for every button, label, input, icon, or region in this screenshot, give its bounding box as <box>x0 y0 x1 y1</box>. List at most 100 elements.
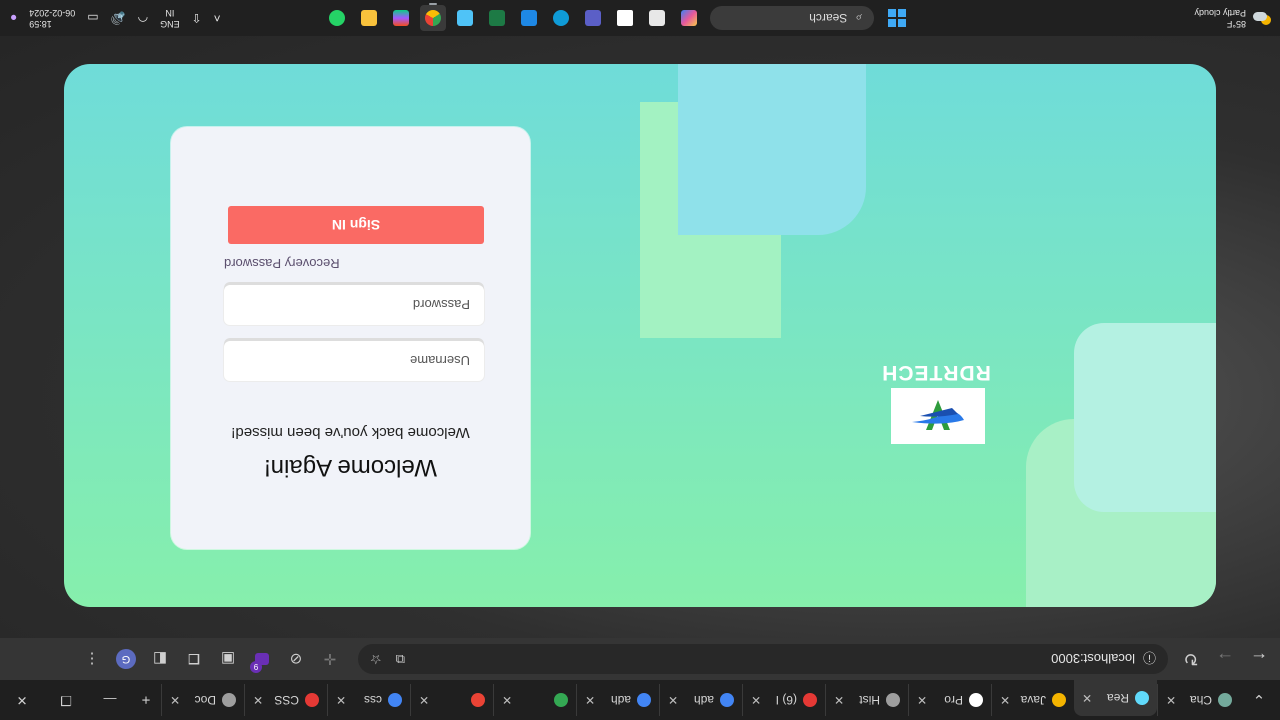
toolbar-right: ✛ ⊘ 9 ▣ ⧠ ◧ G ⋮ <box>78 645 344 673</box>
page-viewport: RDRTECH Welcome Again! Welcome back you'… <box>0 36 1280 638</box>
brand-logo <box>891 388 985 444</box>
tab-favicon-icon <box>886 693 900 707</box>
omnibox-tools: ⧉ ☆ <box>370 651 405 667</box>
language-indicator[interactable]: ENG IN <box>160 7 180 29</box>
tab-close-icon[interactable]: ✕ <box>502 693 512 707</box>
browser-tab[interactable]: Pro ✕ <box>908 684 991 716</box>
wifi-icon[interactable]: ◠ <box>138 11 148 25</box>
tab-search-chevron-icon[interactable]: ⌄ <box>1244 685 1274 715</box>
bookmark-star-icon[interactable]: ☆ <box>370 651 382 667</box>
minimize-icon[interactable]: — <box>88 680 132 720</box>
tab-close-icon[interactable]: ✕ <box>419 693 429 707</box>
file-explorer-app-icon[interactable] <box>356 5 382 31</box>
browser-tab[interactable]: Hist ✕ <box>825 684 908 716</box>
tab-close-icon[interactable]: ✕ <box>751 693 761 707</box>
sidebar-icon[interactable]: ◧ <box>146 645 174 673</box>
new-tab-button[interactable]: + <box>131 685 161 715</box>
compass-icon[interactable]: ⊘ <box>282 645 310 673</box>
username-field[interactable] <box>224 341 484 381</box>
windows-start-icon[interactable] <box>882 3 912 33</box>
chrome-app-icon[interactable] <box>420 5 446 31</box>
tab-label: Cha <box>1189 693 1212 707</box>
tab-close-icon[interactable]: ✕ <box>585 693 595 707</box>
close-window-icon[interactable]: ✕ <box>0 680 44 720</box>
terminal-app-icon[interactable] <box>452 5 478 31</box>
notification-icon[interactable]: ● <box>10 11 17 25</box>
cast-icon[interactable]: ⧉ <box>396 651 405 667</box>
clock[interactable]: 18:59 06-02-2024 <box>29 7 75 29</box>
browser-tab[interactable]: ✕ <box>493 684 576 716</box>
screenshot-icon[interactable]: ▣ <box>214 645 242 673</box>
tab-close-icon[interactable]: ✕ <box>917 693 927 707</box>
login-title: Welcome Again! <box>264 454 437 481</box>
volume-icon[interactable]: 🔊 <box>111 11 126 25</box>
browser-tab[interactable]: CSS ✕ <box>244 684 327 716</box>
tab-favicon-icon <box>1218 693 1232 707</box>
tab-label: (6) I <box>775 693 797 707</box>
tab-label: Hist <box>859 693 880 707</box>
weather-widget[interactable]: 85°F Partly cloudy <box>1122 7 1272 29</box>
teams-app-icon[interactable] <box>580 5 606 31</box>
tab-close-icon[interactable]: ✕ <box>1082 691 1092 705</box>
weather-icon <box>1252 9 1272 27</box>
browser-tab[interactable]: css ✕ <box>327 684 410 716</box>
address-bar[interactable]: ⓘ localhost:3000 ⧉ ☆ <box>358 644 1168 674</box>
tab-favicon-icon <box>388 693 402 707</box>
tab-close-icon[interactable]: ✕ <box>668 693 678 707</box>
chevron-up-icon[interactable]: ˄ <box>214 11 221 25</box>
sign-in-button[interactable]: Sign IN <box>228 206 484 244</box>
restore-icon[interactable]: ❐ <box>44 680 88 720</box>
tab-label: css <box>364 693 382 707</box>
tab-close-icon[interactable]: ✕ <box>1000 693 1010 707</box>
login-card: RDRTECH Welcome Again! Welcome back you'… <box>64 64 1216 607</box>
edge-dev-app-icon[interactable] <box>612 5 638 31</box>
os-taskbar: 85°F Partly cloudy ⌕ Search ˄ ⇧ ENG IN ◠… <box>0 0 1280 36</box>
avatar: G <box>116 649 136 669</box>
browser-tab[interactable]: Rea ✕ <box>1074 680 1157 716</box>
more-menu-icon[interactable]: ⋮ <box>78 645 106 673</box>
region-code: IN <box>165 8 175 18</box>
vscode-app-icon[interactable] <box>516 5 542 31</box>
move-icon[interactable]: ✛ <box>316 645 344 673</box>
back-arrow-icon[interactable]: ← <box>1242 642 1276 676</box>
recovery-password-link[interactable]: Recovery Password <box>224 256 530 271</box>
site-info-icon[interactable]: ⓘ <box>1143 650 1156 669</box>
browser-tab[interactable]: Doc ✕ <box>161 684 244 716</box>
screen-share-icon[interactable]: ⧠ <box>180 645 208 673</box>
profile-avatar[interactable]: G <box>112 645 140 673</box>
tab-close-icon[interactable]: ✕ <box>253 693 263 707</box>
weather-temp: 85°F <box>1226 19 1246 29</box>
figma-app-icon[interactable] <box>388 5 414 31</box>
tab-list: Cha ✕ Rea ✕ Java ✕ Pro ✕ Hist ✕ (6) I ✕ adh ✕ adh ✕ ✕ ✕ cs… <box>161 680 1240 720</box>
battery-icon[interactable]: ▭ <box>87 11 98 25</box>
upload-icon[interactable]: ⇧ <box>192 11 202 25</box>
edge-app-icon[interactable] <box>548 5 574 31</box>
taskbar-search[interactable]: ⌕ Search <box>710 6 874 30</box>
meet-app-icon[interactable] <box>644 5 670 31</box>
browser-tab[interactable]: adh ✕ <box>576 684 659 716</box>
reload-icon[interactable]: ↻ <box>1174 642 1208 676</box>
password-field[interactable] <box>224 285 484 325</box>
tab-favicon-icon <box>471 693 485 707</box>
extension-icon[interactable]: 9 <box>248 645 276 673</box>
tab-close-icon[interactable]: ✕ <box>834 693 844 707</box>
browser-tab[interactable]: (6) I ✕ <box>742 684 825 716</box>
copilot-app-icon[interactable] <box>676 5 702 31</box>
tab-favicon-icon <box>554 693 568 707</box>
browser-tab[interactable]: Cha ✕ <box>1157 684 1240 716</box>
browser-tab[interactable]: Java ✕ <box>991 684 1074 716</box>
search-label: Search <box>809 11 848 25</box>
forward-arrow-icon[interactable]: → <box>1208 642 1242 676</box>
pinned-apps <box>324 5 702 31</box>
browser-tab[interactable]: adh ✕ <box>659 684 742 716</box>
browser-tab[interactable]: ✕ <box>410 684 493 716</box>
decor-shape <box>1074 323 1216 512</box>
login-panel: Welcome Again! Welcome back you've been … <box>171 127 530 549</box>
tab-close-icon[interactable]: ✕ <box>170 693 180 707</box>
tab-close-icon[interactable]: ✕ <box>336 693 346 707</box>
tab-favicon-icon <box>305 693 319 707</box>
whatsapp-app-icon[interactable] <box>324 5 350 31</box>
tab-close-icon[interactable]: ✕ <box>1166 693 1176 707</box>
logo-icon <box>912 400 964 430</box>
excel-app-icon[interactable] <box>484 5 510 31</box>
